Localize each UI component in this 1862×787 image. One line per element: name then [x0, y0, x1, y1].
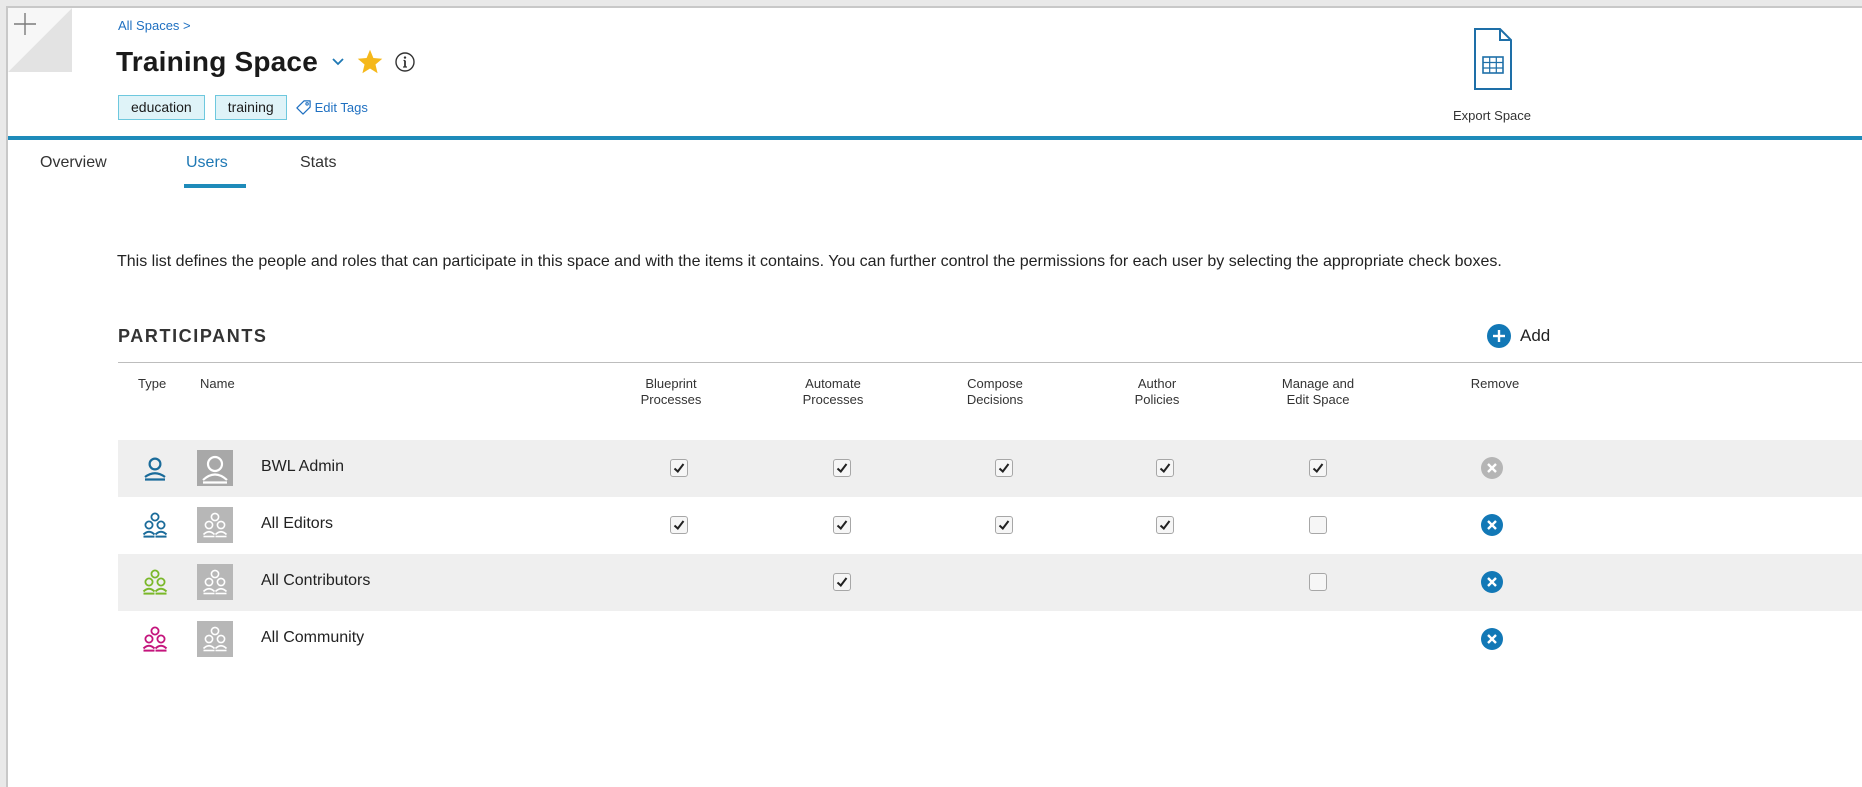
column-header-author: Author Policies — [1102, 376, 1212, 408]
remove-icon[interactable] — [1480, 570, 1504, 594]
participant-name: All Contributors — [261, 572, 371, 589]
column-header-author-line2: Policies — [1134, 392, 1180, 407]
spreadsheet-document-icon — [1474, 28, 1512, 90]
participant-name: BWL Admin — [261, 458, 344, 475]
checkbox-compose[interactable] — [995, 459, 1013, 477]
column-header-manage-line1: Manage and — [1281, 376, 1355, 391]
info-icon[interactable] — [394, 51, 416, 73]
edit-tags-link[interactable]: Edit Tags — [295, 99, 368, 116]
column-header-remove: Remove — [1470, 376, 1520, 391]
column-header-name: Name — [200, 376, 235, 391]
participants-heading: PARTICIPANTS — [118, 326, 268, 346]
star-icon[interactable] — [356, 48, 384, 76]
checkbox-automate[interactable] — [833, 459, 851, 477]
table-row: All Editors — [118, 497, 1862, 554]
column-header-manage: Manage and Edit Space — [1258, 376, 1378, 408]
table-row: All Contributors — [118, 554, 1862, 611]
checkbox-automate[interactable] — [833, 516, 851, 534]
checkbox-manage[interactable] — [1309, 516, 1327, 534]
checkbox-compose[interactable] — [995, 516, 1013, 534]
avatar — [197, 564, 233, 600]
column-header-automate-line1: Automate — [805, 376, 861, 391]
checkbox-automate[interactable] — [833, 573, 851, 591]
tags-row: education training Edit Tags — [118, 94, 368, 120]
column-header-compose-line2: Decisions — [966, 392, 1024, 407]
column-header-automate-line2: Processes — [802, 392, 864, 407]
tab-overview[interactable]: Overview — [40, 154, 107, 172]
tag-training[interactable]: training — [214, 94, 287, 120]
export-space-label: Export Space — [1452, 108, 1532, 123]
add-participant-button[interactable]: Add — [1486, 323, 1550, 349]
column-header-automate: Automate Processes — [778, 376, 888, 408]
checkbox-blueprint[interactable] — [670, 459, 688, 477]
tag-icon — [295, 99, 311, 115]
checkbox-author[interactable] — [1156, 516, 1174, 534]
remove-icon — [1480, 456, 1504, 480]
app-frame: All Spaces > Training Space education tr… — [6, 6, 1862, 787]
column-header-compose: Compose Decisions — [940, 376, 1050, 408]
title-row: Training Space — [116, 44, 416, 80]
space-header: All Spaces > Training Space education tr… — [8, 8, 1862, 140]
user-icon — [142, 455, 168, 481]
column-header-blueprint: Blueprint Processes — [616, 376, 726, 408]
tab-bar: Overview Users Stats — [8, 140, 1862, 196]
checkbox-manage[interactable] — [1309, 459, 1327, 477]
tab-users[interactable]: Users — [186, 154, 228, 172]
tab-stats[interactable]: Stats — [300, 154, 336, 172]
table-header-divider — [118, 362, 1862, 363]
users-description: This list defines the people and roles t… — [117, 253, 1502, 270]
active-tab-indicator — [184, 184, 246, 188]
remove-icon[interactable] — [1480, 513, 1504, 537]
column-header-blueprint-line2: Processes — [640, 392, 702, 407]
edit-tags-label: Edit Tags — [314, 99, 368, 115]
avatar — [197, 450, 233, 486]
tag-education[interactable]: education — [118, 94, 205, 120]
column-header-manage-line2: Edit Space — [1286, 392, 1350, 407]
table-row: BWL Admin — [118, 440, 1862, 497]
group-icon — [142, 626, 168, 652]
participant-name: All Community — [261, 629, 365, 646]
add-label: Add — [1520, 326, 1551, 345]
checkbox-author[interactable] — [1156, 459, 1174, 477]
breadcrumb[interactable]: All Spaces > — [118, 18, 191, 33]
column-header-type: Type — [138, 376, 167, 391]
plus-icon[interactable] — [8, 8, 42, 42]
group-icon — [142, 512, 168, 538]
plus-circle-icon — [1487, 324, 1511, 348]
participant-name: All Editors — [261, 515, 334, 532]
checkbox-blueprint[interactable] — [670, 516, 688, 534]
table-row: All Community — [118, 611, 1862, 668]
avatar — [197, 621, 233, 657]
column-header-author-line1: Author — [1137, 376, 1177, 391]
column-header-blueprint-line1: Blueprint — [645, 376, 697, 391]
chevron-down-icon[interactable] — [330, 54, 346, 70]
group-icon — [142, 569, 168, 595]
page-title: Training Space — [116, 46, 318, 77]
export-space-button[interactable]: Export Space — [1430, 28, 1554, 128]
column-header-compose-line1: Compose — [967, 376, 1023, 391]
checkbox-manage[interactable] — [1309, 573, 1327, 591]
avatar — [197, 507, 233, 543]
remove-icon[interactable] — [1480, 627, 1504, 651]
